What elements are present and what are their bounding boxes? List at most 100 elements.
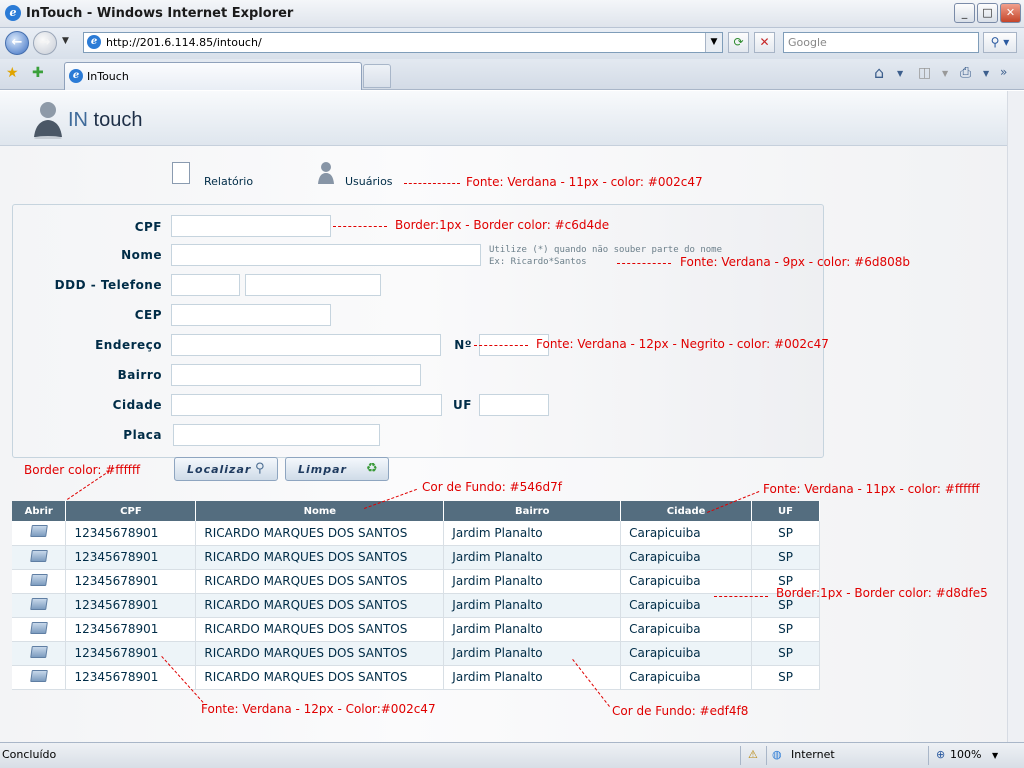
- numero-label: Nº: [454, 338, 472, 352]
- open-cell[interactable]: [12, 521, 67, 546]
- open-cell[interactable]: [12, 665, 67, 690]
- limpar-label: Limpar: [298, 463, 347, 476]
- telefone-input[interactable]: [245, 274, 381, 296]
- home-icon[interactable]: ⌂: [874, 63, 884, 82]
- history-dropdown-icon[interactable]: ▼: [62, 36, 69, 46]
- zoom-level[interactable]: 100%: [950, 748, 981, 761]
- limpar-button[interactable]: Limpar ♻: [285, 457, 389, 481]
- table-row[interactable]: 12345678901 RICARDO MARQUES DOS SANTOS J…: [12, 617, 820, 642]
- annotation-label-font: Fonte: Verdana - 12px - Negrito - color:…: [536, 337, 829, 351]
- bairro-cell: Jardim Planalto: [443, 617, 622, 642]
- home-dropdown-icon[interactable]: ▼: [897, 69, 903, 78]
- annotation-leader: [333, 226, 387, 227]
- folder-icon[interactable]: [29, 525, 48, 538]
- annotation-cell-border: Border:1px - Border color: #d8dfe5: [776, 586, 988, 600]
- folder-icon[interactable]: [29, 645, 48, 658]
- open-cell[interactable]: [12, 617, 67, 642]
- more-tools-icon[interactable]: »: [1000, 65, 1007, 79]
- address-dropdown-icon[interactable]: ▼: [705, 33, 722, 52]
- back-button[interactable]: ←: [5, 31, 29, 55]
- new-tab-button[interactable]: [363, 64, 391, 88]
- col-cpf: CPF: [65, 501, 197, 521]
- cidade-cell: Carapicuiba: [620, 569, 753, 594]
- endereco-input[interactable]: [171, 334, 441, 356]
- nome-cell: RICARDO MARQUES DOS SANTOS: [195, 521, 445, 546]
- open-cell[interactable]: [12, 593, 67, 618]
- table-row[interactable]: 12345678901 RICARDO MARQUES DOS SANTOS J…: [12, 569, 820, 594]
- cpf-cell: 12345678901: [65, 593, 197, 618]
- security-icon[interactable]: ⚠: [748, 748, 758, 761]
- table-row[interactable]: 12345678901 RICARDO MARQUES DOS SANTOS J…: [12, 641, 820, 666]
- zoom-icon[interactable]: ⊕: [936, 748, 945, 761]
- cidade-input[interactable]: [171, 394, 442, 416]
- cep-input[interactable]: [171, 304, 331, 326]
- bairro-input[interactable]: [171, 364, 421, 386]
- annotation-row-bg: Cor de Fundo: #edf4f8: [612, 704, 749, 718]
- nome-label: Nome: [121, 248, 162, 262]
- localizar-button[interactable]: Localizar ⚲: [174, 457, 278, 481]
- favorites-star-icon[interactable]: ★: [6, 65, 19, 81]
- uf-cell: SP: [751, 521, 820, 546]
- url-text: http://201.6.114.85/intouch/: [106, 36, 262, 49]
- feeds-icon[interactable]: ◫: [918, 65, 931, 81]
- search-placeholder: Google: [788, 36, 827, 49]
- address-bar[interactable]: e http://201.6.114.85/intouch/ ▼: [83, 32, 723, 53]
- open-cell[interactable]: [12, 545, 67, 570]
- bairro-cell: Jardim Planalto: [443, 545, 622, 570]
- open-cell[interactable]: [12, 641, 67, 666]
- table-row[interactable]: 12345678901 RICARDO MARQUES DOS SANTOS J…: [12, 665, 820, 690]
- open-cell[interactable]: [12, 569, 67, 594]
- forward-button[interactable]: →: [33, 31, 57, 55]
- cpf-cell: 12345678901: [65, 545, 197, 570]
- logo-suffix: touch: [88, 109, 143, 131]
- status-separator: [928, 746, 929, 765]
- table-row[interactable]: 12345678901 RICARDO MARQUES DOS SANTOS J…: [12, 593, 820, 618]
- annotation-cell-font: Fonte: Verdana - 12px - Color:#002c47: [201, 702, 436, 716]
- col-cidade: Cidade: [620, 501, 753, 521]
- vertical-scrollbar[interactable]: [1007, 91, 1024, 742]
- col-bairro: Bairro: [443, 501, 622, 521]
- annotation-leader: [714, 596, 768, 597]
- zoom-dropdown-icon[interactable]: ▼: [992, 751, 998, 760]
- annotation-input-border: Border:1px - Border color: #c6d4de: [395, 218, 610, 232]
- table-row[interactable]: 12345678901 RICARDO MARQUES DOS SANTOS J…: [12, 545, 820, 570]
- maximize-button[interactable]: □: [977, 3, 998, 23]
- address-toolbar: ← → ▼ e http://201.6.114.85/intouch/ ▼ ⟳…: [0, 28, 1024, 59]
- search-icon[interactable]: ⚲ ▾: [983, 32, 1017, 53]
- folder-icon[interactable]: [29, 573, 48, 586]
- placa-input[interactable]: [173, 424, 380, 446]
- title-bar: e InTouch - Windows Internet Explorer _ …: [0, 0, 1024, 28]
- minimize-button[interactable]: _: [954, 3, 975, 23]
- cidade-cell: Carapicuiba: [620, 641, 753, 666]
- add-favorites-icon[interactable]: ✚: [32, 65, 44, 81]
- user-icon[interactable]: [317, 161, 335, 185]
- tab-intouch[interactable]: e InTouch: [64, 62, 362, 90]
- search-input[interactable]: Google: [783, 32, 979, 53]
- ddd-input[interactable]: [171, 274, 240, 296]
- folder-icon[interactable]: [29, 669, 48, 682]
- stop-icon[interactable]: ✕: [754, 32, 775, 53]
- refresh-icon[interactable]: ⟳: [728, 32, 749, 53]
- cidade-cell: Carapicuiba: [620, 617, 753, 642]
- print-dropdown-icon[interactable]: ▼: [983, 69, 989, 78]
- table-row[interactable]: 12345678901 RICARDO MARQUES DOS SANTOS J…: [12, 521, 820, 546]
- cpf-input[interactable]: [171, 215, 331, 237]
- nav-relatorio[interactable]: Relatório: [204, 175, 253, 188]
- annotation-header-font: Fonte: Verdana - 11px - color: #ffffff: [763, 482, 980, 496]
- bairro-cell: Jardim Planalto: [443, 569, 622, 594]
- print-icon[interactable]: ⎙: [960, 65, 971, 81]
- close-button[interactable]: ✕: [1000, 3, 1021, 23]
- cpf-label: CPF: [134, 220, 162, 234]
- page-content: IN touch Relatório Usuários CPF Nome Uti…: [0, 91, 1024, 742]
- uf-input[interactable]: [479, 394, 549, 416]
- cep-label: CEP: [134, 308, 162, 322]
- uf-label: UF: [453, 398, 472, 412]
- folder-icon[interactable]: [29, 597, 48, 610]
- document-icon[interactable]: [172, 162, 190, 184]
- nav-usuarios[interactable]: Usuários: [345, 175, 393, 188]
- cpf-cell: 12345678901: [65, 617, 197, 642]
- folder-icon[interactable]: [29, 549, 48, 562]
- folder-icon[interactable]: [29, 621, 48, 634]
- feeds-dropdown-icon[interactable]: ▼: [942, 69, 948, 78]
- nome-input[interactable]: [171, 244, 481, 266]
